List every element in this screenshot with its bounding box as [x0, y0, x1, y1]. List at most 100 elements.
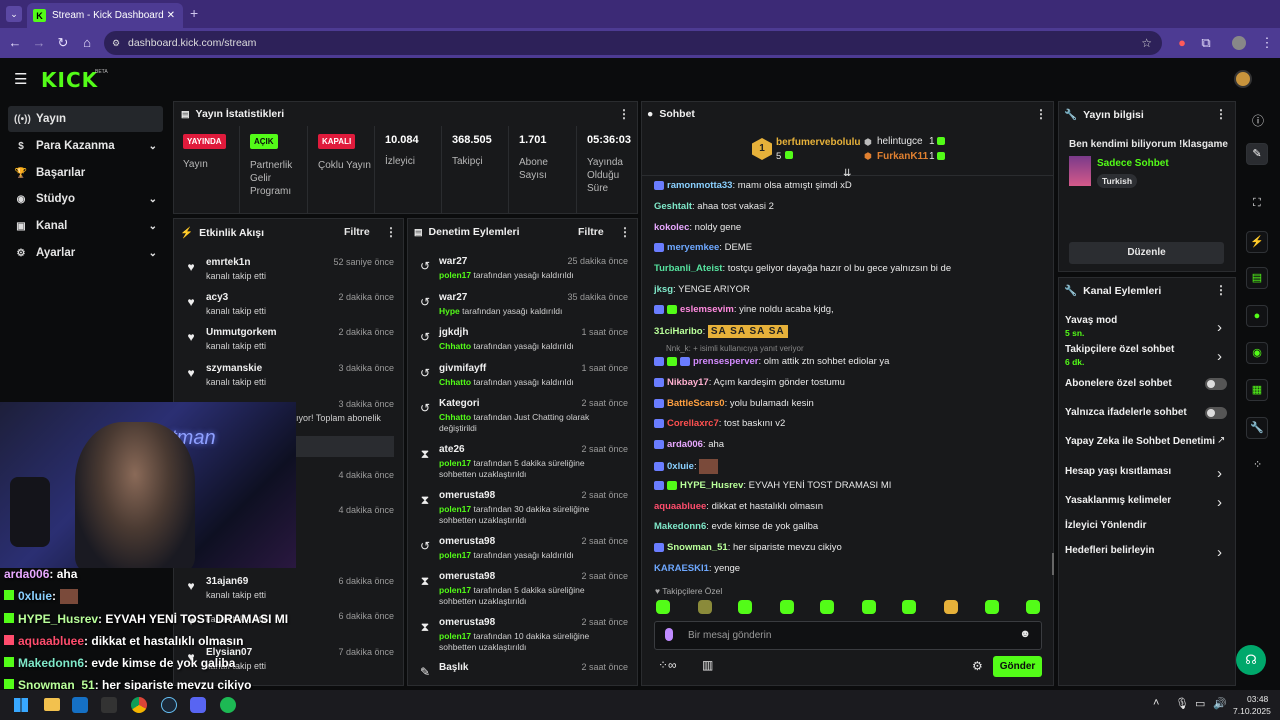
activity-menu-icon[interactable]: ⋮	[385, 225, 397, 239]
wrench-rail-icon[interactable]: 🔧	[1246, 417, 1268, 439]
chat-username[interactable]: ramonmotta33	[667, 180, 732, 191]
mic-icon[interactable]	[665, 628, 673, 641]
volume-icon[interactable]: 🔊	[1213, 697, 1227, 710]
home-icon[interactable]: ⌂	[78, 34, 96, 52]
discord-icon[interactable]	[190, 697, 206, 713]
sidebar-item-kanal[interactable]: ▣ Kanal ⌄	[8, 213, 163, 239]
support-button[interactable]: ☊	[1236, 645, 1266, 675]
chat-username[interactable]: 0xluie	[667, 461, 694, 472]
nodes-icon[interactable]: ⁘	[1253, 458, 1262, 471]
emote-icon[interactable]	[738, 600, 752, 614]
terminal-icon[interactable]	[101, 697, 117, 713]
outlook-icon[interactable]	[72, 697, 88, 713]
chevron-right-icon[interactable]: ›	[1217, 465, 1222, 482]
tray-chevron-icon[interactable]: ˄	[1153, 697, 1159, 709]
chat-settings-icon[interactable]: ⚙	[972, 659, 983, 673]
chat-rail-icon[interactable]: ●	[1246, 305, 1268, 327]
moderation-filter-button[interactable]: Filtre	[578, 226, 604, 238]
forward-icon[interactable]: →	[30, 34, 48, 52]
channel-action-item[interactable]: Yapay Zeka ile Sohbet Denetimi	[1065, 436, 1225, 447]
users-rail-icon[interactable]: ▦	[1246, 379, 1268, 401]
document-rail-icon[interactable]: ▤	[1246, 267, 1268, 289]
back-icon[interactable]: ←	[6, 34, 24, 52]
clock-time[interactable]: 03:48	[1247, 694, 1268, 704]
emote-icon[interactable]	[656, 600, 670, 614]
channel-action-item[interactable]: Yavaş mod 5 sn.	[1065, 315, 1225, 338]
chat-tools-icon[interactable]: ⁘∞	[658, 658, 677, 672]
extensions-puzzle-icon[interactable]: ⧉	[1197, 34, 1215, 52]
emoji-icon[interactable]: ☻	[1019, 628, 1031, 640]
network-icon[interactable]: ▭	[1195, 697, 1205, 710]
emote-icon[interactable]	[944, 600, 958, 614]
chat-username[interactable]: BattleScars0	[667, 398, 725, 409]
activity-filter-button[interactable]: Filtre	[344, 226, 370, 238]
sidebar-item-yayin[interactable]: ((•)) Yayın	[8, 106, 163, 132]
broadcast-rail-icon[interactable]: ◉	[1246, 342, 1268, 364]
crop-icon[interactable]: ⛶	[1253, 197, 1261, 210]
sidebar-item-ayarlar[interactable]: ⚙ Ayarlar ⌄	[8, 240, 163, 266]
chat-menu-icon[interactable]: ⋮	[1035, 107, 1047, 121]
browser-menu-icon[interactable]: ⋮	[1258, 34, 1276, 52]
channel-action-item[interactable]: Yalnızca ifadelerle sohbet	[1065, 407, 1225, 418]
channel-action-item[interactable]: İzleyici Yönlendir	[1065, 520, 1225, 531]
store-icon[interactable]: ▥	[702, 658, 713, 672]
emote-icon[interactable]	[820, 600, 834, 614]
sidebar-item-basarilar[interactable]: 🏆 Başarılar	[8, 160, 163, 186]
channel-action-item[interactable]: Takipçilere özel sohbet 6 dk.	[1065, 344, 1225, 367]
emote-icon[interactable]	[780, 600, 794, 614]
category-link[interactable]: Sadece Sohbet	[1097, 158, 1169, 169]
stream-info-menu-icon[interactable]: ⋮	[1215, 107, 1227, 121]
moderation-menu-icon[interactable]: ⋮	[619, 225, 631, 239]
emote-icon[interactable]	[1026, 600, 1040, 614]
windows-start-icon[interactable]	[14, 698, 28, 712]
channel-action-item[interactable]: Hesap yaşı kısıtlaması	[1065, 466, 1225, 477]
stats-menu-icon[interactable]: ⋮	[618, 107, 630, 121]
emote-icon[interactable]	[862, 600, 876, 614]
steam-icon[interactable]	[161, 697, 177, 713]
sidebar-item-studyo[interactable]: ◉ Stüdyo ⌄	[8, 186, 163, 212]
chevron-right-icon[interactable]: ›	[1217, 319, 1222, 336]
chat-scrollbar[interactable]	[1052, 553, 1054, 575]
tab-close-icon[interactable]: ✕	[167, 10, 175, 21]
hamburger-menu-icon[interactable]: ☰	[14, 70, 27, 88]
chat-username[interactable]: HYPE_Husrev	[680, 480, 743, 491]
chat-username[interactable]: KARAESKI1	[654, 563, 709, 574]
channel-actions-menu-icon[interactable]: ⋮	[1215, 283, 1227, 297]
chat-username[interactable]: 31ciHaribo	[654, 326, 703, 337]
chevron-right-icon[interactable]: ›	[1217, 544, 1222, 561]
new-tab-button[interactable]: +	[190, 5, 198, 21]
channel-action-item[interactable]: Hedefleri belirleyin	[1065, 545, 1225, 556]
emote-icon[interactable]	[985, 600, 999, 614]
chat-username[interactable]: aquaabluee	[654, 501, 706, 512]
emote-icon[interactable]	[698, 600, 712, 614]
chat-username[interactable]: eslemsevim	[680, 304, 734, 315]
toggle-switch[interactable]	[1205, 407, 1227, 419]
send-button[interactable]: Gönder	[993, 656, 1042, 677]
collapse-icon[interactable]: ⇊	[843, 168, 851, 179]
chat-username[interactable]: kokolec	[654, 222, 689, 233]
chat-input[interactable]: Bir mesaj gönderin ☻	[654, 621, 1042, 650]
chrome-icon[interactable]	[131, 697, 147, 713]
tab-list-icon[interactable]: ⌄	[6, 6, 22, 22]
kick-logo[interactable]: KICK	[41, 68, 98, 92]
extension-icon[interactable]: ●	[1173, 34, 1191, 52]
chat-username[interactable]: Turbanli_Ateist	[654, 263, 722, 274]
site-info-icon[interactable]: ⚙	[112, 38, 120, 49]
chat-username[interactable]: arda006	[667, 439, 703, 450]
chat-username[interactable]: meryemkee	[667, 242, 719, 253]
info-icon[interactable]: ⓘ	[1252, 112, 1264, 129]
tab-kick-dashboard[interactable]: K Stream - Kick Dashboard ✕	[27, 3, 183, 28]
file-explorer-icon[interactable]	[44, 698, 60, 711]
chat-username[interactable]: Nikbay17	[667, 377, 709, 388]
mic-tray-icon[interactable]: 🎙	[1175, 697, 1189, 710]
external-link-icon[interactable]: ↗	[1217, 435, 1225, 446]
lightning-rail-icon[interactable]: ⚡	[1246, 231, 1268, 253]
user-avatar[interactable]	[1234, 70, 1252, 88]
chat-username[interactable]: Snowman_51	[667, 542, 728, 553]
chevron-right-icon[interactable]: ›	[1217, 494, 1222, 511]
address-bar[interactable]: ⚙ dashboard.kick.com/stream ☆	[104, 31, 1162, 55]
chat-username[interactable]: Geshtalt	[654, 201, 692, 212]
emote-icon[interactable]	[902, 600, 916, 614]
edit-stream-button[interactable]: Düzenle	[1069, 242, 1224, 264]
chat-username[interactable]: jksg	[654, 284, 673, 295]
